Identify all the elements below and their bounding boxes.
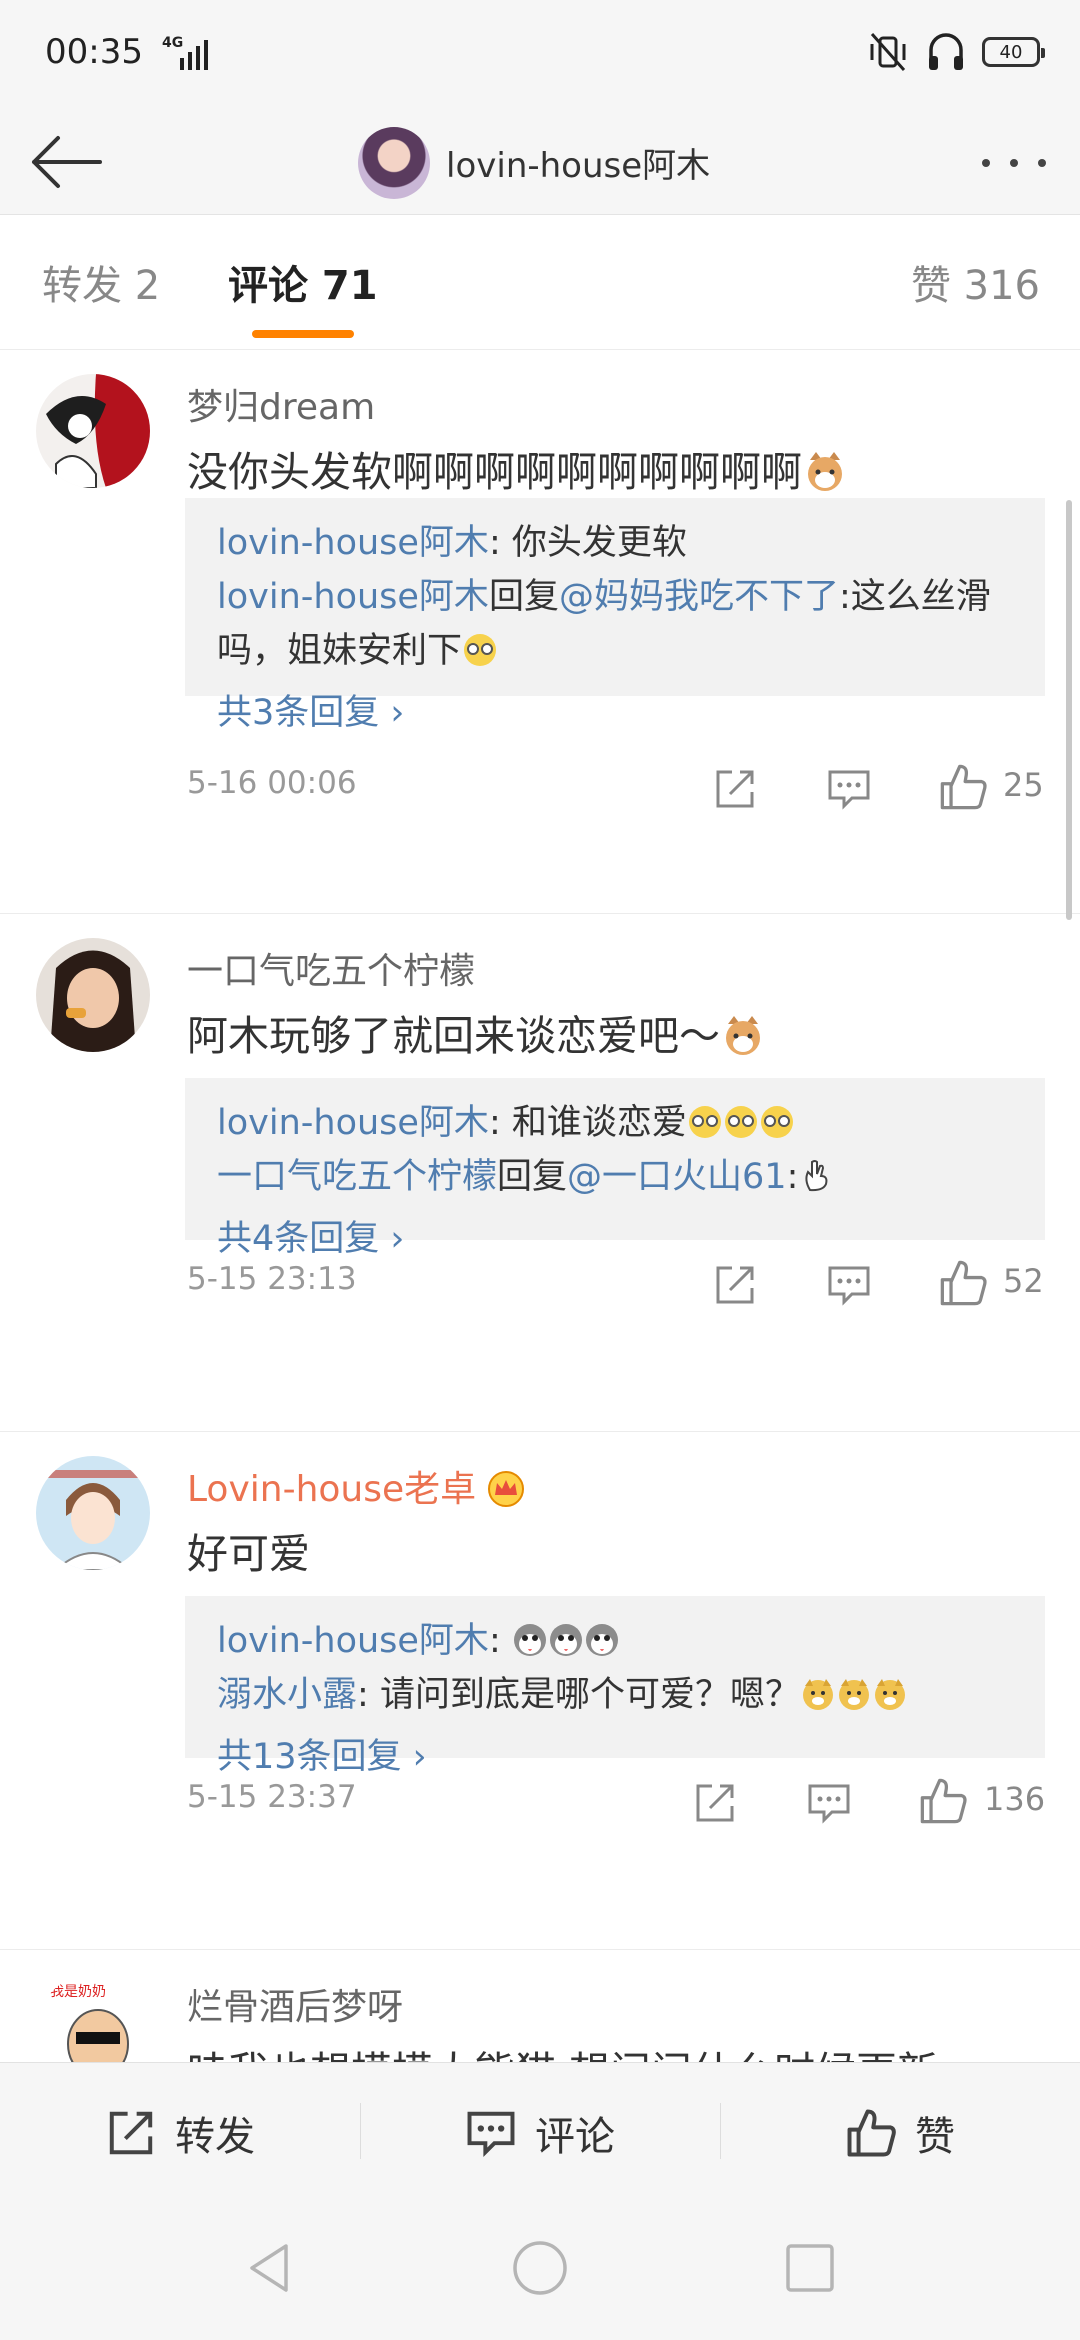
- like-count: 25: [1003, 766, 1044, 804]
- husky-emoji-icon: [585, 1624, 618, 1656]
- comment-text: 好可爱: [187, 1530, 310, 1578]
- crown-icon: [488, 1471, 525, 1507]
- avatar[interactable]: [36, 374, 150, 488]
- avatar[interactable]: [36, 1456, 150, 1570]
- comment-time: 5-15 23:37: [187, 1779, 357, 1815]
- avatar[interactable]: [36, 938, 150, 1052]
- comment-item: 我是奶奶 烂骨酒后梦呀 哇我也想摸摸大熊猫 想问问什么时候更新: [0, 1950, 1080, 2062]
- active-tab-indicator: [252, 330, 354, 338]
- husky-emoji-icon: [513, 1624, 546, 1656]
- nav-home-icon[interactable]: [510, 2238, 570, 2298]
- reply-line: lovin-house阿木回复@妈妈我吃不下了:这么丝滑吗，姐妹安利下: [217, 577, 991, 671]
- reply-line: lovin-house阿木:: [217, 1614, 1013, 1668]
- comment-author[interactable]: 一口气吃五个柠檬: [187, 942, 475, 994]
- like-label: 赞: [915, 2113, 955, 2160]
- cat-emoji-icon: [726, 1016, 760, 1055]
- comment-text: 哇我也想摸摸大熊猫 想问问什么时候更新: [187, 2038, 938, 2062]
- comment-item: 梦归dream 没你头发软啊啊啊啊啊啊啊啊啊啊 lovin-house阿木: 你…: [0, 350, 1080, 914]
- status-bar: 00:35 4G 40: [0, 0, 1080, 110]
- tab-bar: 转发 2 评论 71 赞 316: [0, 215, 1080, 350]
- comment-icon: [467, 2111, 515, 2157]
- mention-link[interactable]: @妈妈我吃不下了: [559, 577, 839, 617]
- reply-user[interactable]: 一口气吃五个柠檬: [217, 1157, 497, 1197]
- like-button[interactable]: 赞: [720, 2063, 1080, 2202]
- headphones-icon: [929, 33, 963, 70]
- glasses-emoji-icon: [688, 1106, 721, 1138]
- comment-author[interactable]: 梦归dream: [187, 378, 375, 430]
- title-bar: lovin-house阿木: [0, 110, 1080, 215]
- page-title: lovin-house阿木: [446, 146, 711, 186]
- reply-line: lovin-house阿木: 和谁谈恋爱: [217, 1096, 1013, 1150]
- share-icon[interactable]: [692, 1780, 738, 1826]
- doge-emoji-icon: [838, 1679, 869, 1710]
- more-dots-icon[interactable]: [978, 138, 1050, 188]
- repost-button[interactable]: 转发: [0, 2063, 360, 2202]
- thumbs-up-icon: [847, 2109, 896, 2156]
- status-time: 00:35: [45, 32, 143, 72]
- comment-label: 评论: [535, 2113, 615, 2160]
- reply-line: 一口气吃五个柠檬回复@一口火山61:: [217, 1150, 1013, 1204]
- vibrate-icon: [870, 33, 906, 71]
- battery-level: 40: [999, 41, 1023, 63]
- mention-link[interactable]: @一口火山61: [567, 1157, 787, 1197]
- bottom-toolbar: 转发 评论 赞: [0, 2062, 1080, 2202]
- thumbs-up-icon[interactable]: [938, 762, 988, 812]
- like-count: 52: [1003, 1262, 1044, 1300]
- tab-repost[interactable]: 转发 2: [42, 253, 160, 311]
- glasses-emoji-icon: [760, 1106, 793, 1138]
- svg-text:我是奶奶: 我是奶奶: [50, 1984, 106, 2000]
- comment-item: 一口气吃五个柠檬 阿木玩够了就回来谈恋爱吧～ lovin-house阿木: 和谁…: [0, 914, 1080, 1432]
- reply-user[interactable]: lovin-house阿木: [217, 523, 489, 563]
- glasses-emoji-icon: [724, 1106, 757, 1138]
- like-count: 136: [984, 1780, 1046, 1818]
- husky-emoji-icon: [549, 1624, 582, 1656]
- tab-like[interactable]: 赞 316: [911, 253, 1040, 311]
- reply-line: 溺水小露: 请问到底是哪个可爱？嗯？: [217, 1668, 1013, 1722]
- share-icon: [109, 2111, 153, 2154]
- comment-icon[interactable]: [806, 1780, 852, 1826]
- header-user[interactable]: lovin-house阿木: [358, 110, 710, 215]
- doge-emoji-icon: [802, 1679, 833, 1710]
- hand-emoji-icon: [805, 1160, 828, 1192]
- share-icon[interactable]: [712, 1262, 758, 1308]
- reply-user[interactable]: lovin-house阿木: [217, 1103, 489, 1143]
- nav-back-icon[interactable]: [240, 2238, 300, 2298]
- repost-label: 转发: [175, 2113, 255, 2160]
- cat-emoji-icon: [808, 452, 842, 491]
- scrollbar[interactable]: [1066, 500, 1072, 920]
- reply-line: lovin-house阿木: 你头发更软: [217, 523, 687, 563]
- comment-item: Lovin-house老卓 好可爱 lovin-house阿木: 溺水小露: 请…: [0, 1432, 1080, 1950]
- comment-time: 5-15 23:13: [187, 1261, 357, 1297]
- comment-button[interactable]: 评论: [360, 2063, 720, 2202]
- glasses-emoji-icon: [464, 634, 497, 666]
- reply-user[interactable]: lovin-house阿木: [217, 1621, 489, 1661]
- comment-author[interactable]: 烂骨酒后梦呀: [187, 1978, 403, 2030]
- arrow-left-icon[interactable]: [28, 134, 104, 190]
- more-replies-link[interactable]: 共3条回复 ›: [217, 678, 1013, 748]
- comment-text: 没你头发软啊啊啊啊啊啊啊啊啊啊: [187, 438, 846, 498]
- avatar[interactable]: 我是奶奶: [36, 1974, 150, 2062]
- comment-author[interactable]: Lovin-house老卓: [187, 1460, 526, 1512]
- signal-icon: [180, 40, 208, 70]
- thumbs-up-icon[interactable]: [918, 1776, 968, 1826]
- share-icon[interactable]: [712, 766, 758, 812]
- comment-list: 梦归dream 没你头发软啊啊啊啊啊啊啊啊啊啊 lovin-house阿木: 你…: [0, 350, 1080, 2062]
- comment-time: 5-16 00:06: [187, 765, 357, 801]
- reply-preview[interactable]: lovin-house阿木: 和谁谈恋爱 一口气吃五个柠檬回复@一口火山61: …: [185, 1078, 1045, 1259]
- reply-user[interactable]: lovin-house阿木: [217, 577, 489, 617]
- comment-icon[interactable]: [826, 1262, 872, 1308]
- thumbs-up-icon[interactable]: [938, 1258, 988, 1308]
- system-nav-bar: [0, 2202, 1080, 2340]
- battery-indicator: 40: [982, 37, 1045, 67]
- comment-text: 阿木玩够了就回来谈恋爱吧～: [187, 1002, 764, 1062]
- reply-user[interactable]: 溺水小露: [217, 1675, 357, 1715]
- avatar: [358, 126, 430, 199]
- tab-comment[interactable]: 评论 71: [228, 253, 378, 311]
- comment-icon[interactable]: [826, 766, 872, 812]
- doge-emoji-icon: [874, 1679, 905, 1710]
- reply-preview[interactable]: lovin-house阿木: 你头发更软 lovin-house阿木回复@妈妈我…: [185, 498, 1045, 733]
- reply-preview[interactable]: lovin-house阿木: 溺水小露: 请问到底是哪个可爱？嗯？ 共13条回复…: [185, 1596, 1045, 1777]
- nav-recents-icon[interactable]: [780, 2238, 840, 2298]
